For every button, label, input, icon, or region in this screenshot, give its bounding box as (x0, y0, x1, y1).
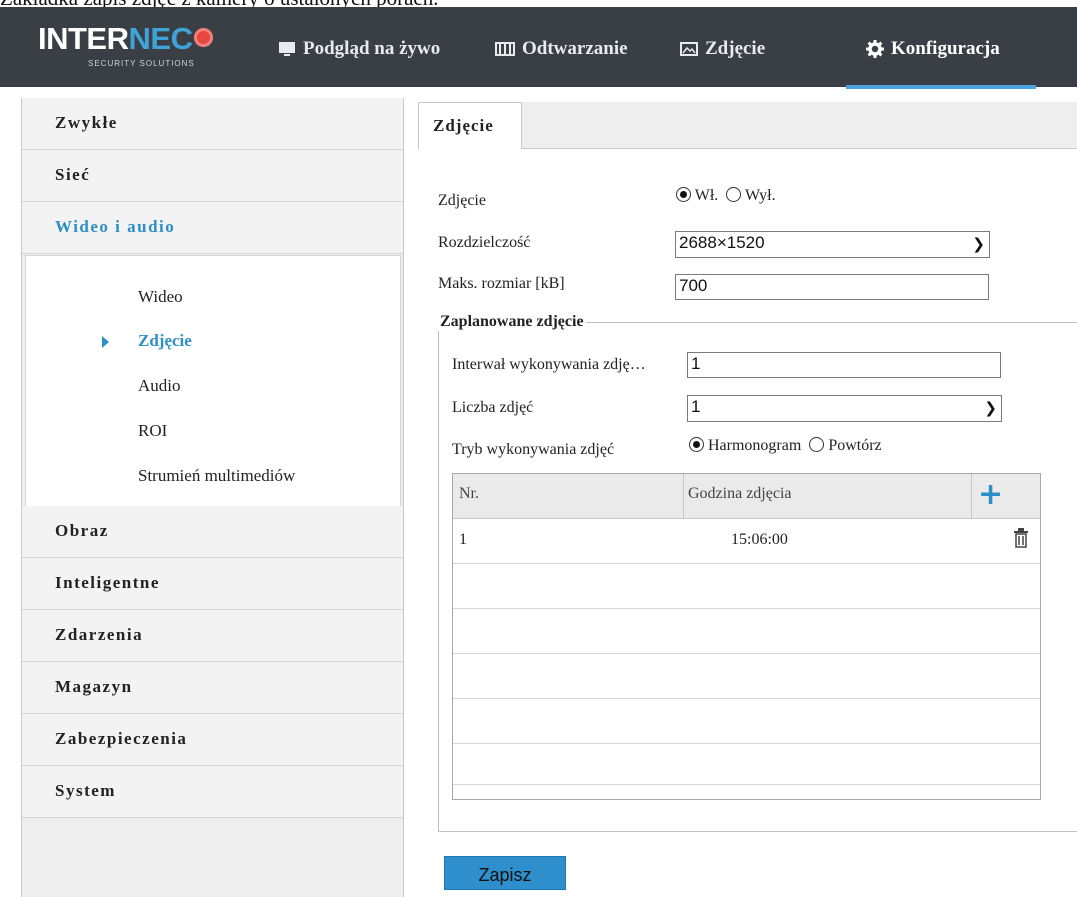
sidebar: Zwykłe Sieć Wideo i audio Wideo Zdjęcie … (21, 98, 404, 897)
nav-photo[interactable]: Zdjęcie (680, 31, 765, 67)
mode-repeat-label: Powtórz (828, 437, 882, 454)
sidebar-item-system[interactable]: System (22, 766, 403, 818)
snapshot-off-label: Wył. (744, 187, 776, 204)
nav-config-label: Konfiguracja (891, 38, 1000, 59)
nav-photo-label: Zdjęcie (705, 38, 766, 59)
logo-wordmark: INTERNEC (38, 21, 214, 57)
sidebar-item-video-audio[interactable]: Wideo i audio (22, 202, 403, 254)
column-header-time: Godzina zdjęcia (688, 485, 792, 502)
gear-icon (866, 40, 884, 58)
snapshot-on-label: Wł. (694, 187, 719, 204)
nav-live-label: Podgląd na żywo (303, 38, 441, 59)
table-header: Nr. Godzina zdjęcia + (453, 474, 1040, 519)
film-icon (495, 42, 515, 56)
table-cell-no: 1 (459, 531, 467, 548)
mode-repeat-radio[interactable] (809, 437, 825, 452)
active-arrow-icon (102, 336, 109, 348)
table-row-empty (453, 654, 1040, 699)
sidebar-item-network[interactable]: Sieć (22, 150, 403, 202)
logo-tagline: SECURITY SOLUTIONS (88, 59, 195, 68)
snapshot-on-radio[interactable] (676, 187, 691, 202)
sidebar-item-events[interactable]: Zdarzenia (22, 610, 403, 662)
count-label: Liczba zdjęć (452, 399, 534, 416)
table-row-empty (453, 564, 1040, 609)
save-button[interactable]: Zapisz (444, 856, 566, 890)
mode-schedule-label: Harmonogram (708, 437, 802, 454)
chevron-down-icon: ❯ (984, 399, 997, 417)
nav-playback[interactable]: Odtwarzanie (495, 31, 628, 67)
snapshot-off-radio[interactable] (726, 187, 742, 202)
max-size-label: Maks. rozmiar [kB] (438, 275, 565, 292)
interval-label: Interwał wykonywania zdję… (452, 356, 646, 373)
resolution-value: 2688×1520 (679, 233, 765, 252)
schedule-table: Nr. Godzina zdjęcia + 1 15:06:00 (452, 473, 1041, 800)
add-icon[interactable]: + (978, 478, 1003, 512)
mode-label: Tryb wykonywania zdjęć (452, 441, 615, 458)
sidebar-item-general[interactable]: Zwykłe (22, 98, 403, 150)
nav-live-view[interactable]: Podgląd na żywo (278, 31, 440, 67)
table-row-empty (453, 609, 1040, 654)
chevron-down-icon: ❯ (972, 235, 985, 253)
sidebar-item-storage[interactable]: Magazyn (22, 662, 403, 714)
max-size-input[interactable]: 700 (675, 274, 989, 300)
tab-snapshot[interactable]: Zdjęcie (418, 102, 522, 149)
logo-mark-icon (194, 28, 214, 47)
count-select[interactable]: 1 ❯ (687, 395, 1002, 422)
count-value: 1 (691, 397, 701, 416)
sidebar-submenu: Wideo Zdjęcie Audio ROI Strumień multime… (25, 255, 401, 507)
interval-input[interactable]: 1 (687, 352, 1001, 378)
mode-schedule-radio[interactable] (689, 437, 704, 452)
monitor-icon (279, 42, 295, 56)
top-navigation-bar: INTERNEC SECURITY SOLUTIONS Podgląd na ż… (0, 7, 1077, 89)
sidebar-item-security[interactable]: Zabezpieczenia (22, 714, 403, 766)
nav-configuration[interactable]: Konfiguracja (866, 31, 1000, 67)
table-row-empty (453, 699, 1040, 744)
sidebar-item-image[interactable]: Obraz (22, 506, 403, 558)
trash-icon[interactable] (1013, 527, 1029, 549)
resolution-select[interactable]: 2688×1520 ❯ (675, 231, 990, 258)
brand-logo: INTERNEC SECURITY SOLUTIONS (38, 21, 238, 77)
snapshot-label: Zdjęcie (438, 192, 486, 209)
sidebar-subitem-video[interactable]: Wideo (138, 287, 183, 307)
scheduled-snapshot-legend: Zaplanowane zdjęcie (438, 313, 586, 331)
column-header-no: Nr. (459, 485, 479, 502)
sidebar-subitem-snapshot[interactable]: Zdjęcie (138, 331, 192, 351)
active-nav-indicator (846, 85, 1036, 89)
sidebar-subitem-roi[interactable]: ROI (138, 421, 167, 441)
resolution-label: Rozdzielczość (438, 234, 531, 251)
sidebar-item-intelligent[interactable]: Inteligentne (22, 558, 403, 610)
table-cell-time: 15:06:00 (731, 531, 788, 548)
table-row[interactable]: 1 15:06:00 (453, 519, 1040, 564)
picture-icon (680, 42, 698, 56)
snapshot-toggle: Wł. Wył. (676, 187, 776, 205)
table-row-empty (453, 744, 1040, 785)
nav-playback-label: Odtwarzanie (522, 38, 628, 59)
mode-toggle: Harmonogram Powtórz (689, 437, 882, 455)
sidebar-subitem-media-stream[interactable]: Strumień multimediów (138, 466, 295, 486)
sidebar-subitem-audio[interactable]: Audio (138, 376, 181, 396)
